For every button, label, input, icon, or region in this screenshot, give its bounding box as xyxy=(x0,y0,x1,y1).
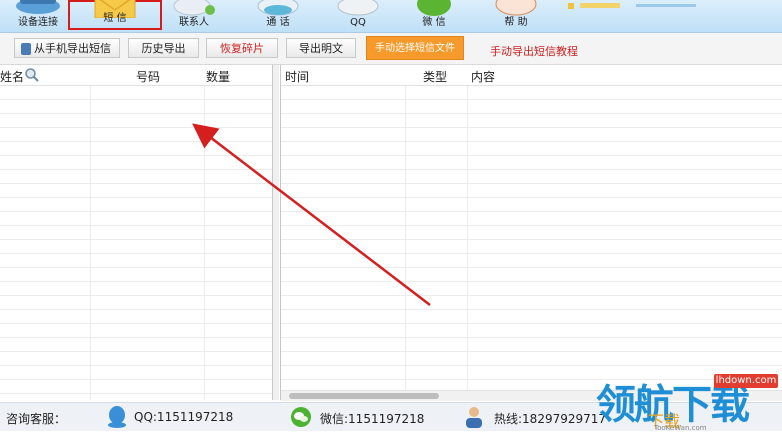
button-label: 从手机导出短信 xyxy=(34,42,111,55)
column-divider xyxy=(467,86,468,400)
nav-label: 设备连接 xyxy=(18,17,58,28)
messages-table-body[interactable] xyxy=(281,86,782,400)
column-header-name[interactable]: 姓名 xyxy=(0,68,24,85)
nav-label: 帮 助 xyxy=(504,17,528,28)
wechat-contact[interactable]: 微信:1151197218 xyxy=(320,410,424,427)
column-header-time[interactable]: 时间 xyxy=(285,68,309,85)
export-from-phone-button[interactable]: 从手机导出短信 xyxy=(14,38,120,58)
manual-export-tutorial-link[interactable]: 手动导出短信教程 xyxy=(490,43,578,59)
nav-sms[interactable]: 短 信 xyxy=(68,0,162,30)
nav-label: QQ xyxy=(350,17,366,28)
column-header-type[interactable]: 类型 xyxy=(423,68,447,85)
nav-contacts[interactable]: 联系人 xyxy=(162,0,226,32)
export-plaintext-button[interactable]: 导出明文 xyxy=(286,38,356,58)
messages-table[interactable]: 时间 类型 内容 xyxy=(280,65,782,400)
column-divider xyxy=(204,86,205,400)
messages-table-header: 时间 类型 内容 xyxy=(281,65,782,86)
qq-icon xyxy=(106,405,128,432)
nav-help[interactable]: 帮 助 xyxy=(484,0,548,32)
watermark-logo: 领航下载 lhdown.com 下载 TooKeWan.com xyxy=(596,372,782,432)
nav-label: 通 话 xyxy=(266,17,290,28)
qq-contact[interactable]: QQ:1151197218 xyxy=(134,410,233,424)
column-divider xyxy=(405,86,406,400)
hotline-contact[interactable]: 热线:18297929717 xyxy=(494,410,606,427)
search-icon[interactable] xyxy=(24,67,40,86)
column-divider xyxy=(90,86,91,400)
wechat-icon xyxy=(290,406,312,431)
column-header-count[interactable]: 数量 xyxy=(206,68,230,85)
nav-calls[interactable]: 通 话 xyxy=(246,0,310,32)
nav-label: 短 信 xyxy=(103,13,127,24)
export-phone-icon xyxy=(21,43,31,55)
history-export-button[interactable]: 历史导出 xyxy=(128,38,199,58)
watermark-badge: lhdown.com xyxy=(714,374,778,388)
nav-wechat[interactable]: 微 信 xyxy=(402,0,466,32)
manual-select-sms-file-button[interactable]: 手动选择短信文件 xyxy=(366,36,464,60)
top-nav-bar: 设备连接 短 信 联系人 通 话 QQ 微 信 帮 助 xyxy=(0,0,782,33)
restore-fragments-button[interactable]: 恢复碎片 xyxy=(206,38,278,58)
watermark-url: TooKeWan.com xyxy=(654,424,707,432)
nav-device-connect[interactable]: 设备连接 xyxy=(8,0,68,32)
contacts-table[interactable]: 姓名 号码 数量 xyxy=(0,65,273,400)
banner-decoration xyxy=(566,0,782,9)
hotline-person-icon xyxy=(464,405,484,432)
contacts-table-header: 姓名 号码 数量 xyxy=(0,65,272,86)
scrollbar-thumb[interactable] xyxy=(289,393,439,399)
contacts-table-body[interactable] xyxy=(0,86,272,400)
column-header-content[interactable]: 内容 xyxy=(471,68,495,85)
consult-label: 咨询客服： xyxy=(6,412,67,426)
nav-label: 联系人 xyxy=(179,17,209,28)
column-header-number[interactable]: 号码 xyxy=(136,68,160,85)
toolbar: 从手机导出短信 历史导出 恢复碎片 导出明文 手动选择短信文件 手动导出短信教程 xyxy=(0,33,782,65)
nav-label: 微 信 xyxy=(422,17,446,28)
qq-icon xyxy=(334,0,382,16)
nav-qq[interactable]: QQ xyxy=(326,0,390,32)
pane-splitter[interactable] xyxy=(273,65,279,400)
